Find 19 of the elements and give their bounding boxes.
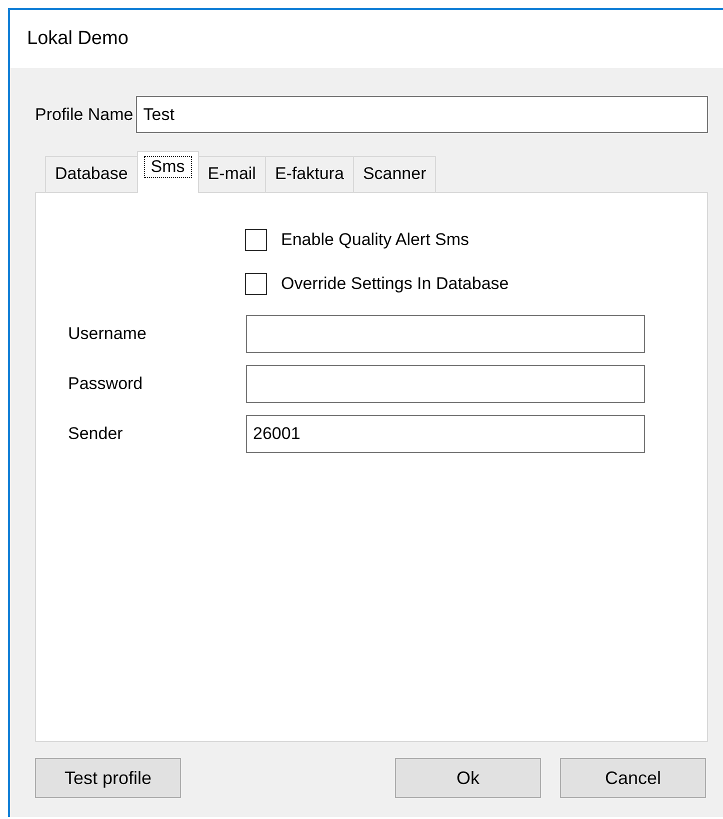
checkbox-label[interactable]: Enable Quality Alert Sms xyxy=(281,230,470,250)
field-label: Username xyxy=(68,324,148,344)
tab[interactable]: Sms xyxy=(136,151,199,193)
field-label: Profile Name xyxy=(35,104,134,124)
dialog-button[interactable]: Cancel xyxy=(560,758,706,798)
dialog-button[interactable]: Ok xyxy=(395,758,541,798)
tab[interactable]: Scanner xyxy=(352,156,436,192)
field-label: Sender xyxy=(68,424,124,444)
input-field[interactable]: 26001 xyxy=(246,415,645,453)
window-title: Lokal Demo xyxy=(27,28,128,50)
profile-name-field[interactable]: Test xyxy=(136,96,708,133)
tab[interactable]: Database xyxy=(45,156,138,192)
field-label: Password xyxy=(68,374,144,394)
checkbox[interactable] xyxy=(245,229,267,251)
checkbox-label[interactable]: Override Settings In Database xyxy=(281,274,509,294)
input-field[interactable] xyxy=(246,365,645,403)
input-field[interactable] xyxy=(246,315,645,353)
checkbox[interactable] xyxy=(245,273,267,295)
dialog-button[interactable]: Test profile xyxy=(35,758,181,798)
